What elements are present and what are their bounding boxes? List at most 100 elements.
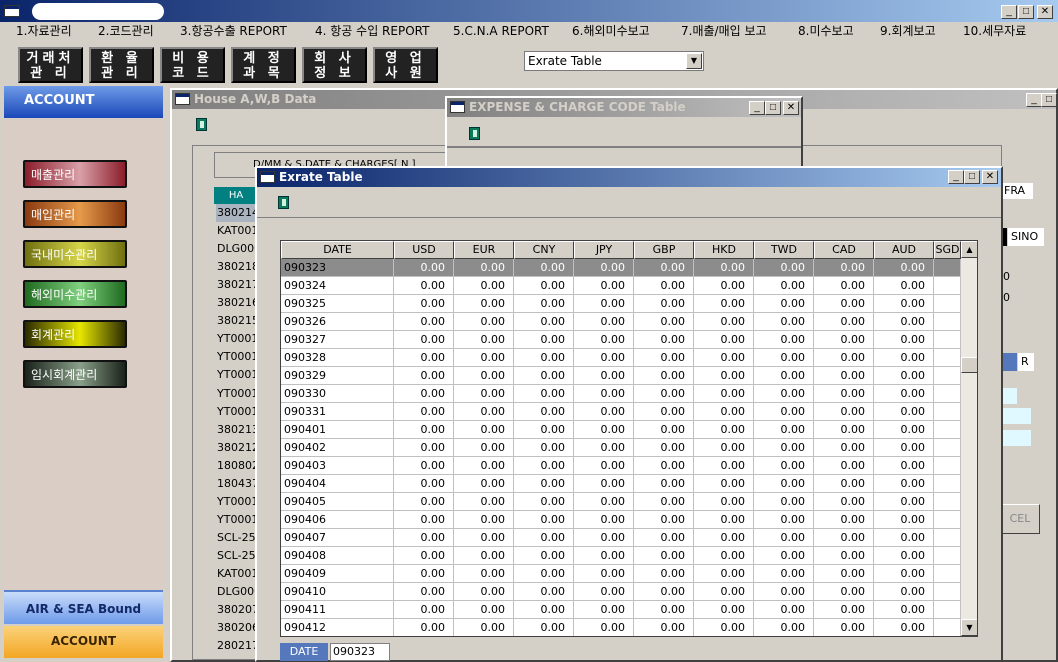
rate-cell[interactable]: 0.00 xyxy=(514,259,574,277)
rate-cell[interactable]: 0.00 xyxy=(634,403,694,421)
rate-cell[interactable]: 0.00 xyxy=(754,349,814,367)
rate-cell[interactable]: 0.00 xyxy=(694,529,754,547)
awb-list-item[interactable]: 180437 xyxy=(216,475,258,493)
menu-tax-data[interactable]: 10.세무자료 xyxy=(963,22,1026,40)
rate-cell[interactable]: 0.00 xyxy=(874,313,934,331)
menu-sales-purchase-report[interactable]: 7.매출/매입 보고 xyxy=(681,22,767,40)
maximize-button[interactable]: □ xyxy=(1018,5,1034,19)
date-cell[interactable]: 090406 xyxy=(281,511,394,529)
rate-cell[interactable]: 0.00 xyxy=(514,295,574,313)
cancel-button[interactable]: CEL xyxy=(1000,504,1040,534)
rate-cell[interactable]: 0.00 xyxy=(694,619,754,636)
account-subject-button[interactable]: 계 정과 목 xyxy=(231,47,296,83)
rate-cell[interactable]: 0.00 xyxy=(574,547,634,565)
rate-cell[interactable]: 0.00 xyxy=(694,331,754,349)
exit-icon[interactable] xyxy=(196,118,207,131)
rate-cell[interactable]: 0.00 xyxy=(394,313,454,331)
rate-cell[interactable]: 0.00 xyxy=(694,457,754,475)
column-header-jpy[interactable]: JPY xyxy=(574,241,634,259)
menu-accounting-report[interactable]: 9.회계보고 xyxy=(880,22,936,40)
column-header-twd[interactable]: TWD xyxy=(754,241,814,259)
rate-cell[interactable]: 0.00 xyxy=(814,565,874,583)
rate-cell[interactable]: 0.00 xyxy=(514,277,574,295)
rate-cell[interactable]: 0.00 xyxy=(874,619,934,636)
rate-cell[interactable]: 0.00 xyxy=(814,619,874,636)
exrate-mgmt-button[interactable]: 환 율관 리 xyxy=(89,47,154,83)
rate-cell[interactable]: 0.00 xyxy=(754,547,814,565)
rate-cell[interactable]: 0.00 xyxy=(814,439,874,457)
field-cyan-2[interactable] xyxy=(1003,408,1031,424)
table-row[interactable]: 090330 0.00 0.00 0.00 0.00 0.00 0.00 0.00 0.00 0.… xyxy=(281,385,961,403)
table-row[interactable]: 090411 0.00 0.00 0.00 0.00 0.00 0.00 0.00 0.00 0.… xyxy=(281,601,961,619)
column-header-eur[interactable]: EUR xyxy=(454,241,514,259)
rate-cell[interactable]: 0.00 xyxy=(634,493,694,511)
rate-cell[interactable]: 0.00 xyxy=(754,259,814,277)
rate-cell[interactable] xyxy=(934,439,961,457)
awb-list-item[interactable]: 380212 xyxy=(216,439,258,457)
sidebar-item-purchase[interactable]: 매입관리 xyxy=(23,200,127,228)
rate-cell[interactable]: 0.00 xyxy=(514,475,574,493)
rate-cell[interactable]: 0.00 xyxy=(514,529,574,547)
menu-air-export-report[interactable]: 3.항공수출 REPORT xyxy=(180,22,287,40)
rate-cell[interactable] xyxy=(934,475,961,493)
rate-cell[interactable]: 0.00 xyxy=(634,421,694,439)
rate-cell[interactable]: 0.00 xyxy=(634,439,694,457)
date-cell[interactable]: 090408 xyxy=(281,547,394,565)
column-header-sgd[interactable]: SGD xyxy=(934,241,961,259)
menu-overseas-ar-report[interactable]: 6.해외미수보고 xyxy=(572,22,650,40)
table-row[interactable]: 090329 0.00 0.00 0.00 0.00 0.00 0.00 0.00 0.00 0.… xyxy=(281,367,961,385)
awb-list-item[interactable]: YT0001 xyxy=(216,330,258,348)
rate-cell[interactable]: 0.00 xyxy=(694,583,754,601)
rate-cell[interactable]: 0.00 xyxy=(574,421,634,439)
vertical-scrollbar[interactable]: ▲ ▼ xyxy=(961,241,977,636)
date-cell[interactable]: 090401 xyxy=(281,421,394,439)
field-cyan-3[interactable] xyxy=(1003,430,1031,446)
rate-cell[interactable]: 0.00 xyxy=(514,619,574,636)
rate-cell[interactable]: 0.00 xyxy=(634,349,694,367)
rate-cell[interactable]: 0.00 xyxy=(454,529,514,547)
rate-cell[interactable]: 0.00 xyxy=(814,403,874,421)
rate-cell[interactable]: 0.00 xyxy=(514,313,574,331)
column-header-hkd[interactable]: HKD xyxy=(694,241,754,259)
date-cell[interactable]: 090402 xyxy=(281,439,394,457)
rate-cell[interactable] xyxy=(934,277,961,295)
rate-cell[interactable]: 0.00 xyxy=(574,259,634,277)
rate-cell[interactable]: 0.00 xyxy=(694,313,754,331)
awb-list-item[interactable]: YT0001 xyxy=(216,493,258,511)
rate-cell[interactable]: 0.00 xyxy=(454,619,514,636)
column-header-gbp[interactable]: GBP xyxy=(634,241,694,259)
rate-cell[interactable]: 0.00 xyxy=(574,457,634,475)
date-cell[interactable]: 090330 xyxy=(281,385,394,403)
rate-cell[interactable]: 0.00 xyxy=(754,583,814,601)
close-button[interactable]: ✕ xyxy=(1037,5,1053,19)
rate-cell[interactable]: 0.00 xyxy=(754,439,814,457)
rate-cell[interactable]: 0.00 xyxy=(874,565,934,583)
rate-cell[interactable]: 0.00 xyxy=(514,331,574,349)
rate-cell[interactable]: 0.00 xyxy=(574,403,634,421)
rate-cell[interactable] xyxy=(934,511,961,529)
table-row[interactable]: 090402 0.00 0.00 0.00 0.00 0.00 0.00 0.00 0.00 0.… xyxy=(281,439,961,457)
rate-cell[interactable]: 0.00 xyxy=(814,529,874,547)
rate-cell[interactable]: 0.00 xyxy=(454,601,514,619)
table-row[interactable]: 090409 0.00 0.00 0.00 0.00 0.00 0.00 0.00 0.00 0.… xyxy=(281,565,961,583)
rate-cell[interactable]: 0.00 xyxy=(454,313,514,331)
rate-cell[interactable]: 0.00 xyxy=(814,475,874,493)
exit-icon[interactable] xyxy=(278,196,289,209)
rate-cell[interactable]: 0.00 xyxy=(634,367,694,385)
rate-cell[interactable]: 0.00 xyxy=(754,457,814,475)
rate-cell[interactable]: 0.00 xyxy=(394,601,454,619)
table-row[interactable]: 090331 0.00 0.00 0.00 0.00 0.00 0.00 0.00 0.00 0.… xyxy=(281,403,961,421)
menu-air-import-report[interactable]: 4. 항공 수입 REPORT xyxy=(315,22,429,40)
awb-list-item[interactable]: DLG000 xyxy=(216,583,258,601)
rate-cell[interactable]: 0.00 xyxy=(454,457,514,475)
rate-cell[interactable] xyxy=(934,583,961,601)
field-r[interactable]: R xyxy=(1018,353,1034,371)
rate-cell[interactable]: 0.00 xyxy=(874,601,934,619)
date-cell[interactable]: 090410 xyxy=(281,583,394,601)
rate-cell[interactable]: 0.00 xyxy=(514,493,574,511)
rate-cell[interactable]: 0.00 xyxy=(754,277,814,295)
rate-cell[interactable]: 0.00 xyxy=(634,565,694,583)
table-row[interactable]: 090412 0.00 0.00 0.00 0.00 0.00 0.00 0.00 0.00 0.… xyxy=(281,619,961,636)
rate-cell[interactable]: 0.00 xyxy=(394,547,454,565)
rate-cell[interactable]: 0.00 xyxy=(394,511,454,529)
